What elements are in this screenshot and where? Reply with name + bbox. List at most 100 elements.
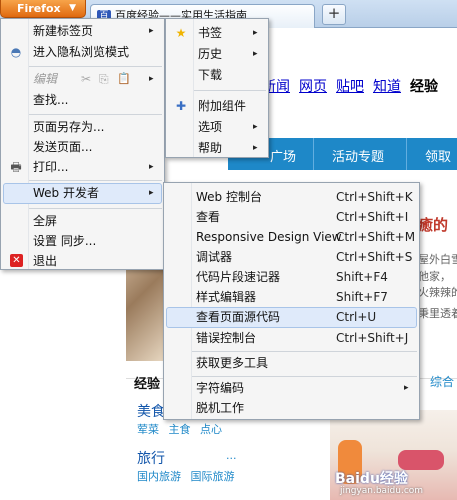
menu-separator	[29, 208, 162, 209]
menu-item-character-encoding[interactable]: 字符编码 ▸	[164, 378, 421, 398]
submenu-arrow-icon: ▸	[149, 74, 154, 84]
menu-item-label: 设置 同步...	[33, 234, 97, 248]
menu-item-sync-setup[interactable]: 设置 同步...	[1, 231, 166, 251]
menu-separator	[194, 90, 266, 91]
menu-item-label: 查看页面源代码	[196, 310, 281, 324]
printer-icon: 🖶	[10, 160, 22, 174]
new-tab-button[interactable]: +	[322, 4, 346, 25]
nav-link-web[interactable]: 网页	[299, 76, 327, 95]
menu-item-web-developer[interactable]: Web 开发者 ▸	[1, 183, 166, 203]
menu-item-label: 字符编码	[196, 381, 245, 395]
menu-item-label: 获取更多工具	[196, 356, 269, 370]
article-snippet: 屋外白雪	[418, 253, 457, 266]
menu-item-label: 退出	[33, 254, 58, 268]
exit-icon: ✕	[10, 254, 23, 267]
article-headline[interactable]: 癒的	[418, 214, 448, 235]
menu-shortcut: Shift+F4	[336, 270, 388, 284]
menu-item-get-more-tools[interactable]: 获取更多工具	[164, 353, 421, 373]
menu-item-bookmarks[interactable]: ★ 书签 ▸	[166, 23, 270, 43]
nav-link-tieba[interactable]: 贴吧	[336, 76, 364, 95]
submenu-arrow-icon: ▸	[149, 188, 154, 198]
menu-item-debugger[interactable]: 调试器 Ctrl+Shift+S	[164, 247, 421, 267]
sub-link[interactable]: 荤菜	[137, 423, 159, 436]
menu-shortcut: Ctrl+Shift+M	[336, 230, 416, 244]
submenu-arrow-icon: ▸	[404, 383, 409, 393]
paste-icon: 📋	[117, 72, 131, 85]
menu-item-addons[interactable]: ✚ 附加组件	[166, 96, 270, 116]
menu-item-label: 查看	[196, 210, 221, 224]
channel-activity[interactable]: 活动专题	[332, 146, 384, 165]
category-travel[interactable]: 旅行	[137, 448, 165, 468]
menu-separator	[29, 180, 162, 181]
copy-icon: ⎘	[99, 72, 109, 86]
chevron-down-icon: ▼	[69, 3, 76, 13]
category-food-subs: 荤菜 主食 点心	[137, 421, 228, 437]
section-tab-overall[interactable]: 综合	[430, 373, 454, 390]
submenu-arrow-icon: ▸	[253, 28, 258, 38]
menu-item-label: 进入隐私浏览模式	[33, 45, 130, 59]
baidu-top-nav: 新闻 网页 贴吧 知道 经验	[262, 76, 438, 95]
divider	[313, 138, 314, 170]
nav-link-jingyan[interactable]: 经验	[410, 76, 438, 95]
menu-item-scratchpad[interactable]: 代码片段速记器 Shift+F4	[164, 267, 421, 287]
menu-item-style-editor[interactable]: 样式编辑器 Shift+F7	[164, 287, 421, 307]
menu-item-new-tab[interactable]: 新建标签页 ▸	[1, 21, 166, 41]
menu-item-help[interactable]: 帮助 ▸	[166, 138, 270, 158]
menu-item-work-offline[interactable]: 脱机工作	[164, 398, 421, 418]
submenu-arrow-icon: ▸	[149, 26, 154, 36]
menu-item-downloads[interactable]: 下载	[166, 65, 270, 85]
menu-item-label: 历史	[198, 47, 223, 61]
menu-item-send-page[interactable]: 发送页面...	[1, 137, 166, 157]
submenu-arrow-icon: ▸	[253, 49, 258, 59]
menu-item-label: Web 控制台	[196, 190, 262, 204]
menu-item-find[interactable]: 查找...	[1, 90, 166, 110]
menu-item-label: 页面另存为...	[33, 120, 105, 134]
menu-item-label: 书签	[198, 26, 223, 40]
category-travel-subs: 国内旅游 国际旅游	[137, 468, 241, 484]
menu-shortcut: Ctrl+U	[336, 310, 377, 324]
menu-item-private-browsing[interactable]: ◓ 进入隐私浏览模式	[1, 42, 166, 62]
menu-item-inspect[interactable]: 查看 Ctrl+Shift+I	[164, 207, 421, 227]
menu-item-label: 下载	[198, 68, 223, 82]
submenu-arrow-icon: ▸	[253, 122, 258, 132]
article-snippet: 秉里透着	[418, 307, 457, 320]
menu-item-label: 编辑	[33, 72, 58, 86]
firefox-side-menu: ★ 书签 ▸ 历史 ▸ 下载 ✚ 附加组件 选项 ▸ 帮助 ▸	[165, 18, 269, 158]
sub-link[interactable]: 主食	[169, 423, 191, 436]
menu-item-history[interactable]: 历史 ▸	[166, 44, 270, 64]
menu-item-web-console[interactable]: Web 控制台 Ctrl+Shift+K	[164, 187, 421, 207]
menu-item-label: 脱机工作	[196, 401, 245, 415]
menu-item-exit[interactable]: ✕ 退出	[1, 251, 166, 271]
menu-separator	[29, 114, 162, 115]
menu-item-view-source[interactable]: 查看页面源代码 Ctrl+U	[164, 307, 421, 327]
menu-item-save-page[interactable]: 页面另存为...	[1, 117, 166, 137]
menu-item-label: Web 开发者	[33, 186, 99, 200]
sub-link[interactable]: 点心	[200, 423, 222, 436]
menu-item-responsive-design[interactable]: Responsive Design View Ctrl+Shift+M	[164, 227, 421, 247]
menu-item-label: 帮助	[198, 141, 223, 155]
menu-shortcut: Ctrl+Shift+K	[336, 190, 413, 204]
firefox-menu-button[interactable]: Firefox ▼	[0, 0, 86, 18]
sub-link[interactable]: 国内旅游	[137, 470, 181, 483]
nav-link-zhidao[interactable]: 知道	[373, 76, 401, 95]
sub-link[interactable]: 国际旅游	[191, 470, 235, 483]
divider	[406, 138, 407, 170]
menu-item-edit[interactable]: 编辑 ✂ ⎘ 📋 ▸	[1, 69, 166, 89]
category-food[interactable]: 美食	[137, 401, 165, 421]
menu-item-error-console[interactable]: 错误控制台 Ctrl+Shift+J	[164, 328, 421, 348]
menu-item-label: 全屏	[33, 214, 58, 228]
more-dots[interactable]: ···	[226, 452, 237, 465]
star-icon: ★	[175, 26, 187, 40]
firefox-button-label: Firefox	[17, 2, 61, 15]
menu-item-label: 附加组件	[198, 99, 247, 113]
menu-item-options[interactable]: 选项 ▸	[166, 117, 270, 137]
menu-shortcut: Ctrl+Shift+S	[336, 250, 413, 264]
channel-square[interactable]: 广场	[270, 146, 296, 165]
menu-item-fullscreen[interactable]: 全屏	[1, 211, 166, 231]
menu-item-label: 选项	[198, 120, 223, 134]
menu-item-label: Responsive Design View	[196, 230, 342, 244]
baidu-watermark-url: jingyan.baidu.com	[340, 486, 424, 496]
menu-item-print[interactable]: 🖶 打印... ▸	[1, 157, 166, 177]
menu-shortcut: Shift+F7	[336, 290, 388, 304]
channel-claim[interactable]: 领取	[425, 146, 451, 165]
